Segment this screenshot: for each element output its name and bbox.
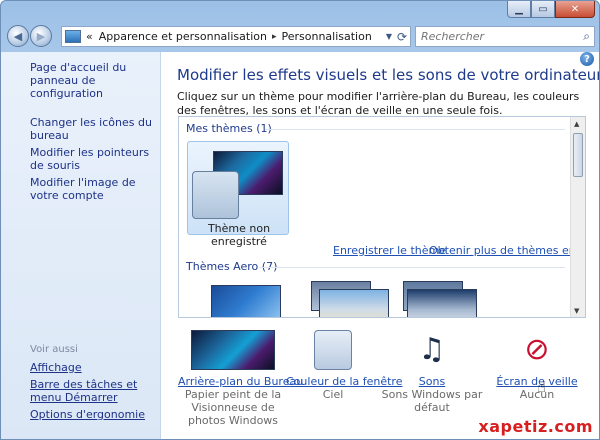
get-more-themes-link[interactable]: Obtenir plus de thèmes en ligne <box>429 244 585 257</box>
scroll-thumb[interactable] <box>573 133 583 177</box>
divider <box>259 267 565 268</box>
minimize-icon: ▁ <box>515 3 523 15</box>
breadcrumb-separator-icon[interactable]: ▸ <box>272 32 277 42</box>
breadcrumb-appearance[interactable]: Apparence et personnalisation <box>99 30 267 43</box>
see-also-heading: Voir aussi <box>30 344 78 355</box>
sidebar-home-link[interactable]: Page d'accueil du panneau de configurati… <box>30 61 160 100</box>
see-also-display[interactable]: Affichage <box>30 361 155 374</box>
sounds-value: Sons Windows par défaut <box>381 388 483 414</box>
see-also-taskbar[interactable]: Barre des tâches et menu Démarrer <box>30 378 155 404</box>
refresh-icon[interactable]: ⟳ <box>397 30 407 44</box>
window-caption-buttons: ▁ ▭ ✕ <box>507 1 595 18</box>
aero-theme-windows7[interactable] <box>211 285 281 317</box>
scroll-up-icon[interactable]: ▲ <box>574 120 579 128</box>
page-description: Cliquez sur un thème pour modifier l'arr… <box>177 90 580 117</box>
theme-unsaved[interactable]: Thème non enregistré <box>187 141 289 248</box>
search-input[interactable] <box>421 30 571 43</box>
forward-button[interactable]: ▶ <box>30 25 52 47</box>
desktop-background-value: Papier peint de la Visionneuse de photos… <box>184 388 282 427</box>
divider <box>265 129 565 130</box>
window-color-item[interactable]: Couleur de la fenêtre Ciel <box>286 330 402 401</box>
theme-color-swatch <box>192 171 239 219</box>
maximize-icon: ▭ <box>538 3 548 15</box>
content-area: Page d'accueil du panneau de configurati… <box>1 52 600 439</box>
hand-cursor-icon: ☝ <box>537 378 547 396</box>
aero-theme-architecture[interactable] <box>319 289 389 317</box>
see-also-ease-of-access[interactable]: Options d'ergonomie <box>30 408 155 421</box>
maximize-button[interactable]: ▭ <box>531 1 555 18</box>
desktop-background-item[interactable]: Arrière-plan du Bureau Papier peint de l… <box>178 330 303 427</box>
address-dropdown-icon[interactable]: ▼ <box>386 32 392 41</box>
desktop-background-icon <box>191 330 275 370</box>
search-icon[interactable]: ⌕ <box>583 29 590 44</box>
sidebar-link-account-picture[interactable]: Modifier l'image de votre compte <box>30 176 160 202</box>
see-also-links: Affichage Barre des tâches et menu Démar… <box>30 361 155 425</box>
close-button[interactable]: ✕ <box>555 1 595 18</box>
window-color-icon <box>314 330 352 370</box>
page-title: Modifier les effets visuels et les sons … <box>177 66 600 84</box>
breadcrumb-personalization[interactable]: Personnalisation <box>281 30 371 43</box>
back-arrow-icon: ◀ <box>13 29 23 43</box>
sounds-link[interactable]: Sons <box>380 375 484 388</box>
help-icon[interactable]: ? <box>580 52 594 66</box>
address-bar[interactable]: « Apparence et personnalisation ▸ Person… <box>61 26 411 47</box>
sidebar-link-desktop-icons[interactable]: Changer les icônes du bureau <box>30 116 160 142</box>
sounds-item[interactable]: ♫ Sons Sons Windows par défaut <box>380 330 484 414</box>
close-icon: ✕ <box>570 3 580 15</box>
my-themes-header: Mes thèmes (1) <box>186 122 272 135</box>
window-color-value: Ciel <box>322 388 344 401</box>
watermark: xapetiz.com <box>478 417 593 436</box>
minimize-button[interactable]: ▁ <box>507 1 531 18</box>
forward-arrow-icon: ▶ <box>36 29 46 43</box>
desktop-background-link[interactable]: Arrière-plan du Bureau <box>178 375 303 388</box>
sidebar-link-mouse-pointers[interactable]: Modifier les pointeurs de souris <box>30 146 160 172</box>
navigation-bar: ◀ ▶ « Apparence et personnalisation ▸ Pe… <box>1 21 599 51</box>
scroll-down-icon[interactable]: ▼ <box>574 307 579 315</box>
aero-theme-characters[interactable] <box>407 289 477 317</box>
screen-saver-icon: ⊘ <box>524 332 550 367</box>
window-color-link[interactable]: Couleur de la fenêtre <box>286 375 402 388</box>
theme-list[interactable]: Mes thèmes (1) Thème non enregistré Enre… <box>178 116 586 318</box>
theme-label: Thème non enregistré <box>207 222 271 248</box>
control-panel-icon <box>65 30 81 43</box>
back-button[interactable]: ◀ <box>7 25 29 47</box>
breadcrumb-overflow[interactable]: « <box>86 30 93 43</box>
search-box[interactable]: ⌕ <box>415 26 595 47</box>
theme-list-scrollbar[interactable]: ▲ ▼ <box>570 117 585 317</box>
control-panel-window: ▁ ▭ ✕ ◀ ▶ « Apparence et personnalisatio… <box>0 0 600 440</box>
sounds-icon: ♫ <box>418 332 446 367</box>
